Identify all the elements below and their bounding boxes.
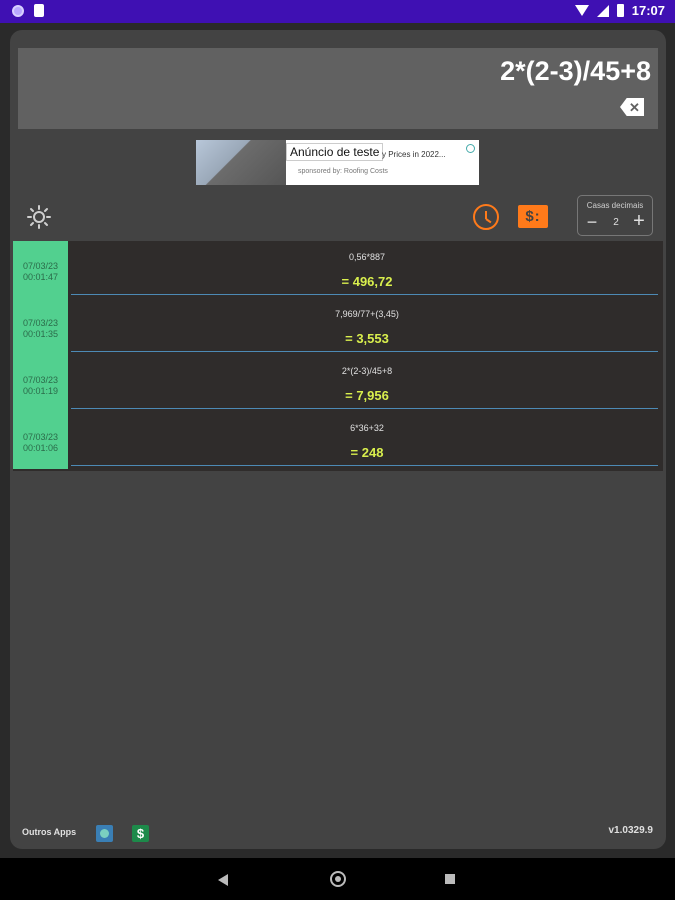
- ad-info-icon[interactable]: [466, 144, 475, 153]
- other-app-currency-icon[interactable]: $: [132, 825, 149, 842]
- history-expression: 0,56*887: [348, 252, 386, 262]
- expression-text: 2*(2-3)/45+8: [500, 56, 651, 86]
- status-bar: 17:07: [0, 0, 675, 23]
- recent-apps-icon[interactable]: [445, 874, 455, 884]
- calculator-app: 2*(2-3)/45+8 ✕ Anúncio de teste y Prices…: [10, 30, 666, 849]
- home-icon[interactable]: [330, 871, 346, 887]
- notification-icon: [12, 4, 24, 17]
- history-item[interactable]: 07/03/23 00:01:19 2*(2-3)/45+8 = 7,956: [13, 355, 663, 412]
- divider: [71, 465, 658, 466]
- ad-image: [196, 140, 286, 185]
- decimal-places-value: 2: [613, 217, 619, 228]
- brightness-icon[interactable]: [27, 205, 51, 229]
- history-list: 07/03/23 00:01:47 0,56*887 = 496,72 07/0…: [13, 241, 663, 471]
- history-expression: 7,969/77+(3,45): [335, 309, 399, 319]
- history-clock-icon[interactable]: [473, 204, 499, 230]
- history-result: = 7,956: [345, 388, 389, 403]
- other-apps-label: Outros Apps: [22, 827, 77, 837]
- ad-headline: y Prices in 2022...: [382, 150, 446, 159]
- ad-sponsor: sponsored by: Roofing Costs: [298, 168, 388, 175]
- status-time: 17:07: [631, 3, 665, 18]
- ad-test-label: Anúncio de teste: [286, 143, 384, 161]
- history-result: = 248: [350, 445, 384, 460]
- version-label: v1.0329.9: [608, 825, 654, 836]
- history-timestamp: 07/03/23 00:01:06: [13, 412, 68, 469]
- wifi-icon: [574, 5, 589, 16]
- backspace-icon[interactable]: ✕: [620, 98, 644, 116]
- back-icon[interactable]: [218, 874, 228, 886]
- expression-display[interactable]: 2*(2-3)/45+8 ✕: [18, 48, 658, 129]
- history-item[interactable]: 07/03/23 00:01:47 0,56*887 = 496,72: [13, 241, 663, 298]
- decrease-decimals-button[interactable]: −: [584, 213, 600, 231]
- other-app-icon[interactable]: [96, 825, 113, 842]
- currency-button[interactable]: $:: [518, 205, 548, 228]
- decimal-places-label: Casas decimais: [586, 201, 644, 210]
- increase-decimals-button[interactable]: +: [630, 211, 648, 231]
- history-result: = 496,72: [341, 274, 393, 289]
- history-timestamp: 07/03/23 00:01:35: [13, 298, 68, 355]
- ad-banner[interactable]: Anúncio de teste y Prices in 2022... spo…: [196, 140, 479, 185]
- history-item[interactable]: 07/03/23 00:01:35 7,969/77+(3,45) = 3,55…: [13, 298, 663, 355]
- history-expression: 6*36+32: [350, 423, 384, 433]
- decimal-places-stepper: Casas decimais − 2 +: [577, 195, 653, 236]
- divider: [71, 408, 658, 409]
- history-timestamp: 07/03/23 00:01:19: [13, 355, 68, 412]
- sd-card-icon: [34, 4, 44, 17]
- signal-icon: [596, 4, 609, 17]
- divider: [71, 351, 658, 352]
- navigation-bar: [0, 858, 675, 900]
- divider: [71, 294, 658, 295]
- history-timestamp: 07/03/23 00:01:47: [13, 241, 68, 298]
- history-expression: 2*(2-3)/45+8: [341, 366, 393, 376]
- history-result: = 3,553: [345, 331, 389, 346]
- history-item[interactable]: 07/03/23 00:01:06 6*36+32 = 248: [13, 412, 663, 469]
- battery-icon: [616, 4, 624, 17]
